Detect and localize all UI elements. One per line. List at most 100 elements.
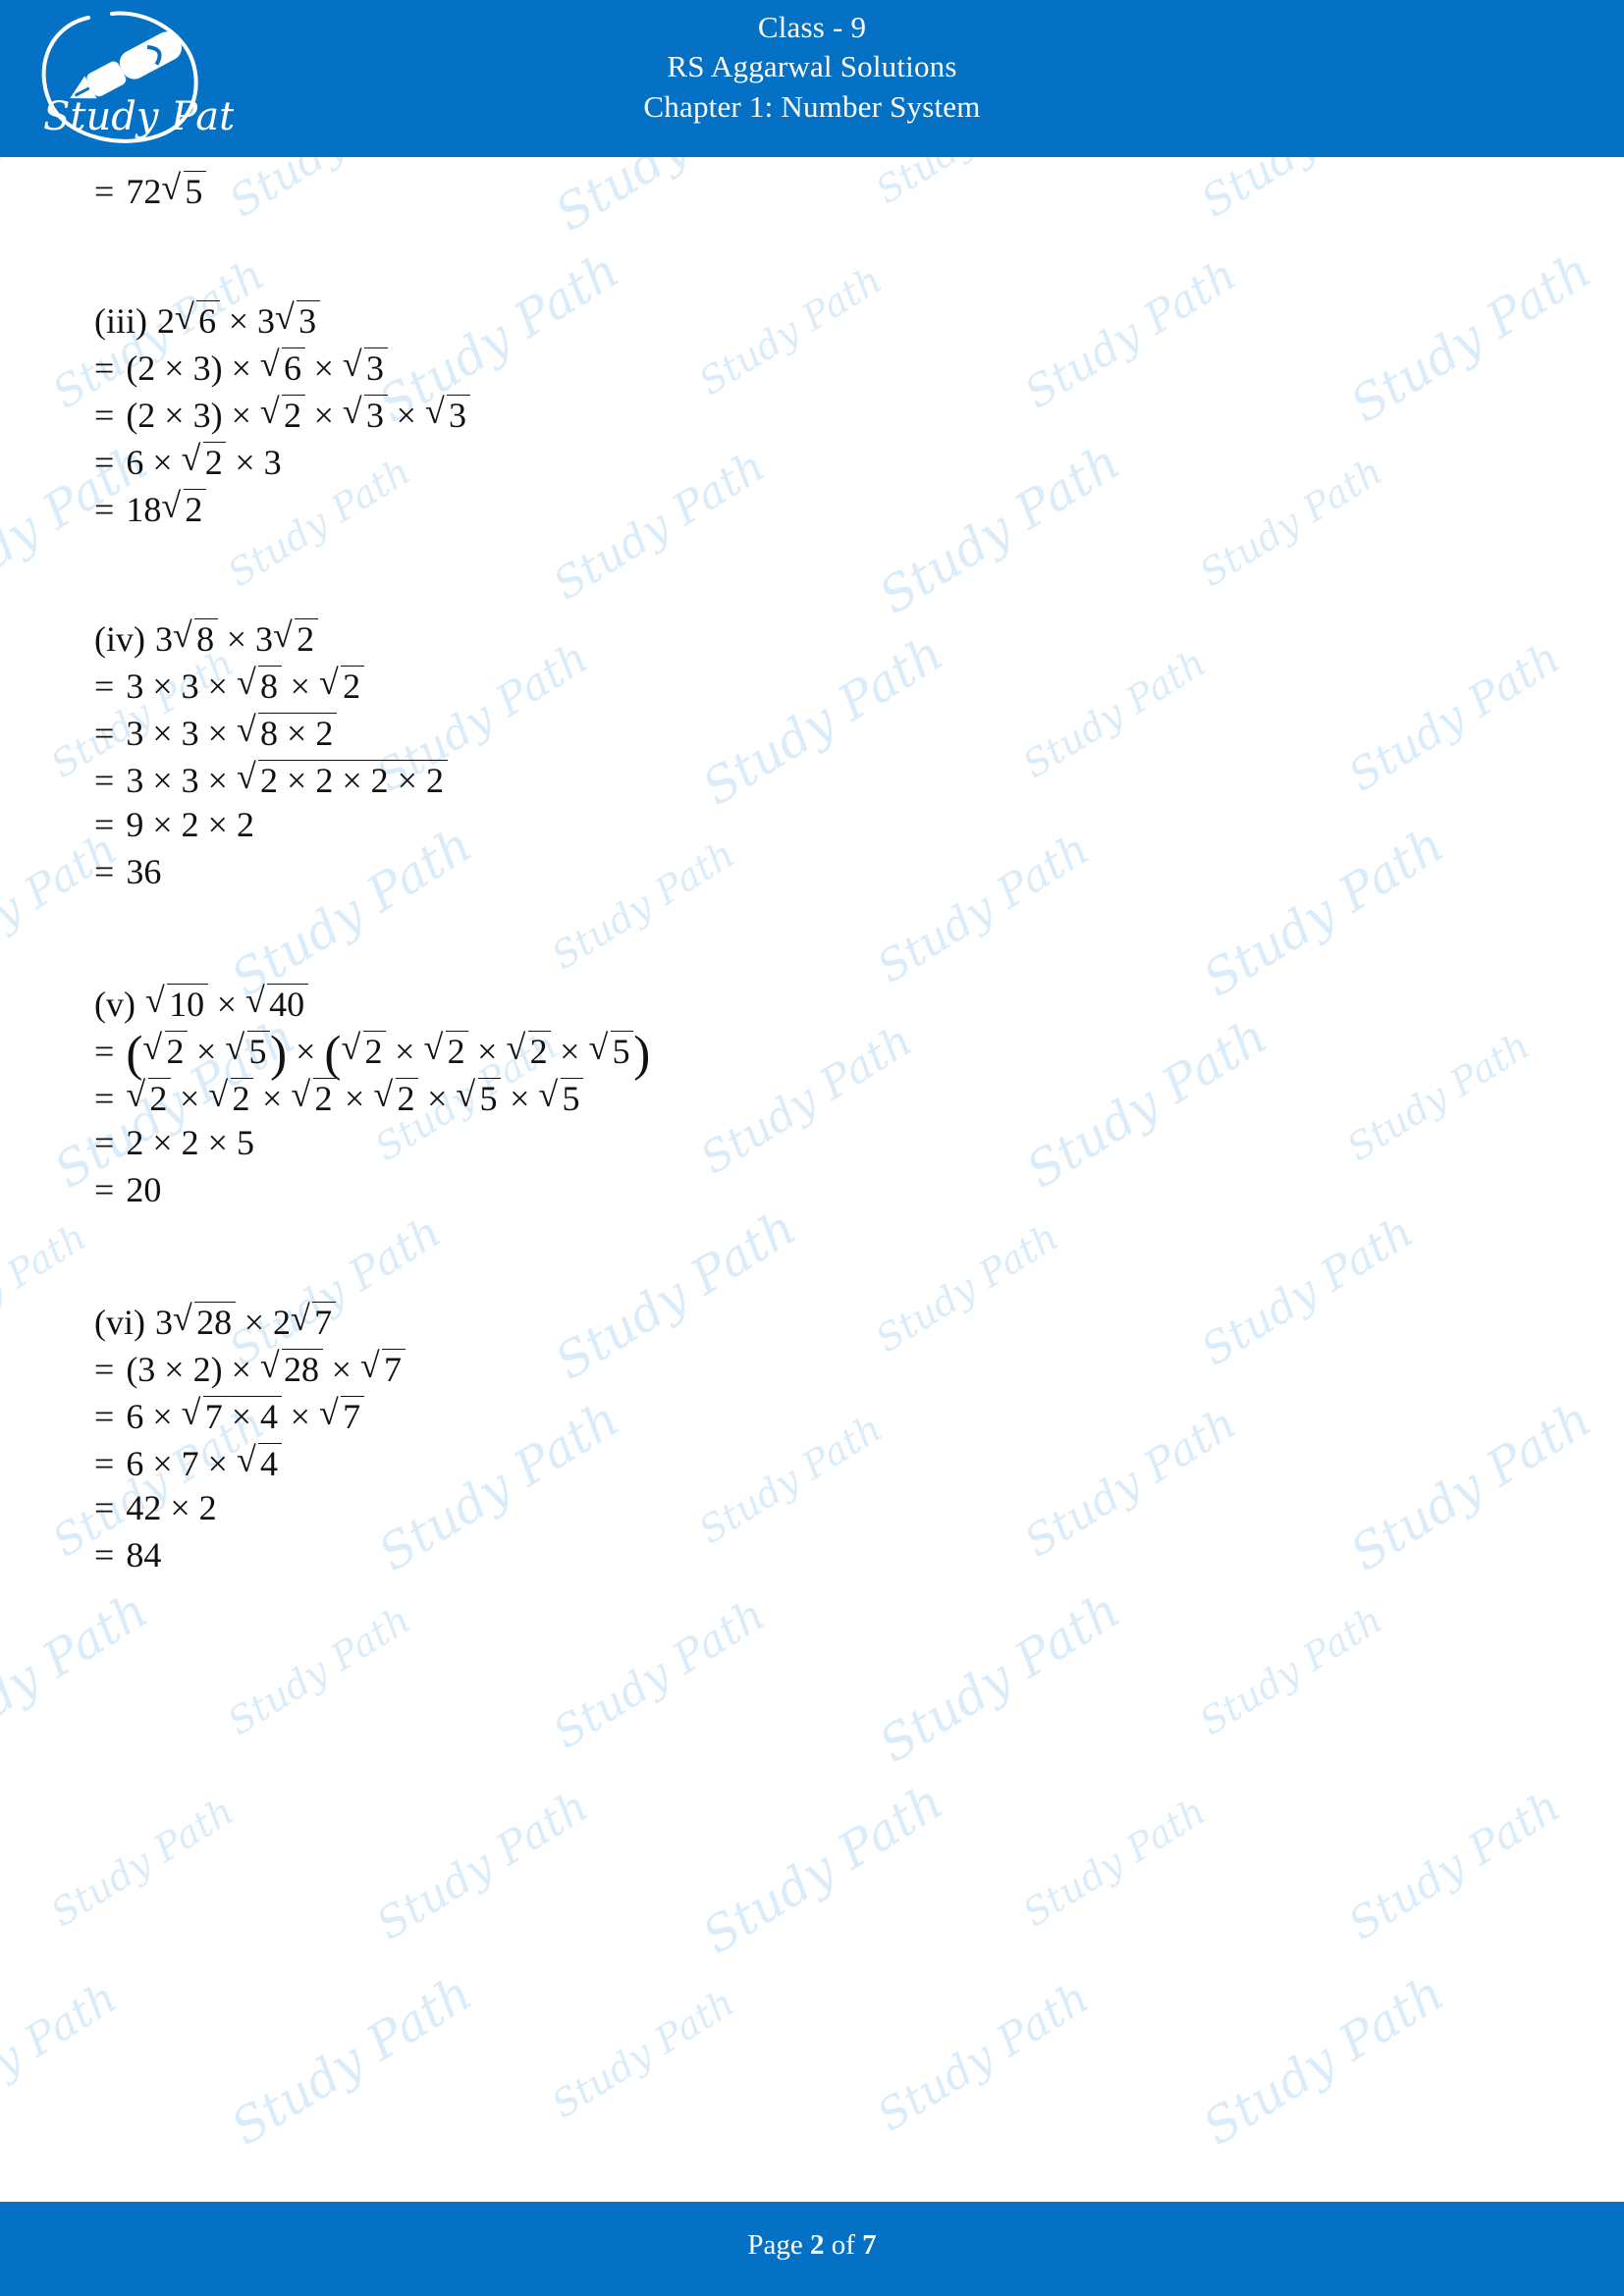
math-term: 6 [126,1444,144,1484]
multiplication-operator: × [152,443,173,483]
radical-sign-icon: √ [456,1075,476,1115]
radical-expression: √ 7 × 4 [182,1395,282,1434]
equals-sign: = [94,761,115,801]
math-term: 6 [126,1397,144,1437]
radical-expression: √ 2 [181,439,227,480]
radical-expression: √ 2 [126,1077,172,1116]
multiplication-operator: × [235,443,255,483]
grouping-paren: ( [126,1026,143,1083]
radical-sign-icon: √ [181,439,201,479]
radical-expression: √ 4 [237,1442,282,1481]
radicand: 8 × 2 [258,713,337,751]
watermark-text: Study Path [868,1214,1066,1362]
equals-sign: = [94,667,115,707]
equation-line: = 84 [94,1537,161,1573]
equation-line: = 3 × 3 × √ 8 × √ 2 [94,663,364,707]
radical-sign-icon: √ [142,1028,163,1068]
radical-expression: √ 7 [291,1301,336,1340]
multiplication-operator: × [152,714,173,754]
radicand: 5 [610,1031,634,1069]
radicand: 5 [246,1031,271,1069]
multiplication-operator: × [560,1032,580,1072]
radical-expression: √ 8 [237,665,282,704]
math-term: 84 [126,1535,162,1575]
math-term: (3 × 2) [126,1350,223,1390]
multiplication-operator: × [331,1350,352,1390]
equation-line: = 3 × 3 × √ 2 × 2 × 2 × 2 [94,759,448,801]
watermark-text: Study Path [1016,1007,1277,1200]
equals-sign: = [94,805,115,844]
watermark-text: Study Path [544,441,775,611]
radical-sign-icon: √ [144,981,165,1021]
watermark-text: Study Path [0,157,94,212]
radical-sign-icon: √ [318,663,339,703]
radicand: 2 [295,618,318,657]
watermark-text: Study Path [0,824,127,993]
equation-line: = 6 × √ 7 × 4 × √ 7 [94,1395,364,1437]
multiplication-operator: × [395,1032,415,1072]
multiplication-operator: × [244,1303,264,1343]
radicand: 6 [282,347,305,386]
radical-expression: √ 2 [208,1077,254,1116]
page-header: Study Path Class - 9 RS Aggarwal Solutio… [0,0,1624,157]
multiplication-operator: × [427,1079,448,1119]
watermark-text: Study Path [1192,1597,1390,1744]
equation-line: = 9 × 2 × 2 [94,807,254,842]
watermark-text: Study Path [0,1214,94,1362]
watermark-text: Study Path [544,1589,775,1759]
math-term: 2 [126,1123,144,1162]
multiplication-operator: × [313,396,334,436]
multiplication-operator: × [207,805,228,844]
math-term: 2 [198,1488,217,1527]
radicand: 8 [194,618,218,657]
radical-sign-icon: √ [172,615,192,656]
watermark-text: Study Path [368,1390,629,1582]
multiplication-operator: × [345,1079,365,1119]
page-footer: Page 2 of 7 [0,2202,1624,2296]
math-term: 2 [181,1123,199,1162]
watermark-text: Study Path [0,1581,158,1774]
multiplication-operator: × [313,348,334,389]
multiplication-operator: × [477,1032,498,1072]
radicand: 2 [147,1078,172,1116]
header-book-line: RS Aggarwal Solutions [667,49,957,84]
multiplication-operator: × [207,714,228,754]
equals-sign: = [94,1123,115,1162]
radical-sign-icon: √ [359,1346,380,1386]
math-term: 3 [263,443,282,483]
radical-expression: √ 3 [343,347,388,386]
equals-sign: = [94,1397,115,1437]
watermark-text: Study Path [691,1406,890,1553]
math-term: (2 × 3) [126,348,223,389]
equation-line: = 18 √ 2 [94,488,207,530]
multiplication-operator: × [207,1444,228,1484]
radical-expression: √ 5 [456,1075,502,1116]
watermark-text: Study Path [869,1581,1130,1774]
equation-line: = 6 × 7 × √ 4 [94,1442,282,1484]
equation-line: = 42 × 2 [94,1490,217,1525]
multiplication-operator: × [228,301,248,342]
equals-sign: = [94,396,115,436]
radical-sign-icon: √ [588,1028,609,1068]
multiplication-operator: × [510,1079,530,1119]
equation-line: (v) √ 10 × √ 40 [94,981,308,1022]
multiplication-operator: × [196,1032,217,1072]
radical-expression: √ 3 [343,394,388,433]
equation-line: = 72 √ 5 [94,170,207,209]
radical-expression: √ 10 [144,981,208,1022]
multiplication-operator: × [290,667,310,707]
radical-expression: √ 28 [173,1301,236,1340]
item-label: (iii) [94,301,147,342]
math-term: 18 [126,490,162,530]
math-term: 3 [181,667,199,707]
multiplication-operator: × [152,761,173,801]
multiplication-operator: × [152,1397,173,1437]
radicand: 40 [267,984,308,1022]
multiplication-operator: × [170,1488,190,1527]
watermark-text: Study Path [1193,157,1422,228]
page-of: of [831,2229,855,2261]
watermark-text: Study Path [1015,249,1246,419]
radical-expression: √ 2 [142,1028,189,1069]
item-label: (iv) [94,619,145,660]
grouping-paren: ) [633,1026,651,1083]
